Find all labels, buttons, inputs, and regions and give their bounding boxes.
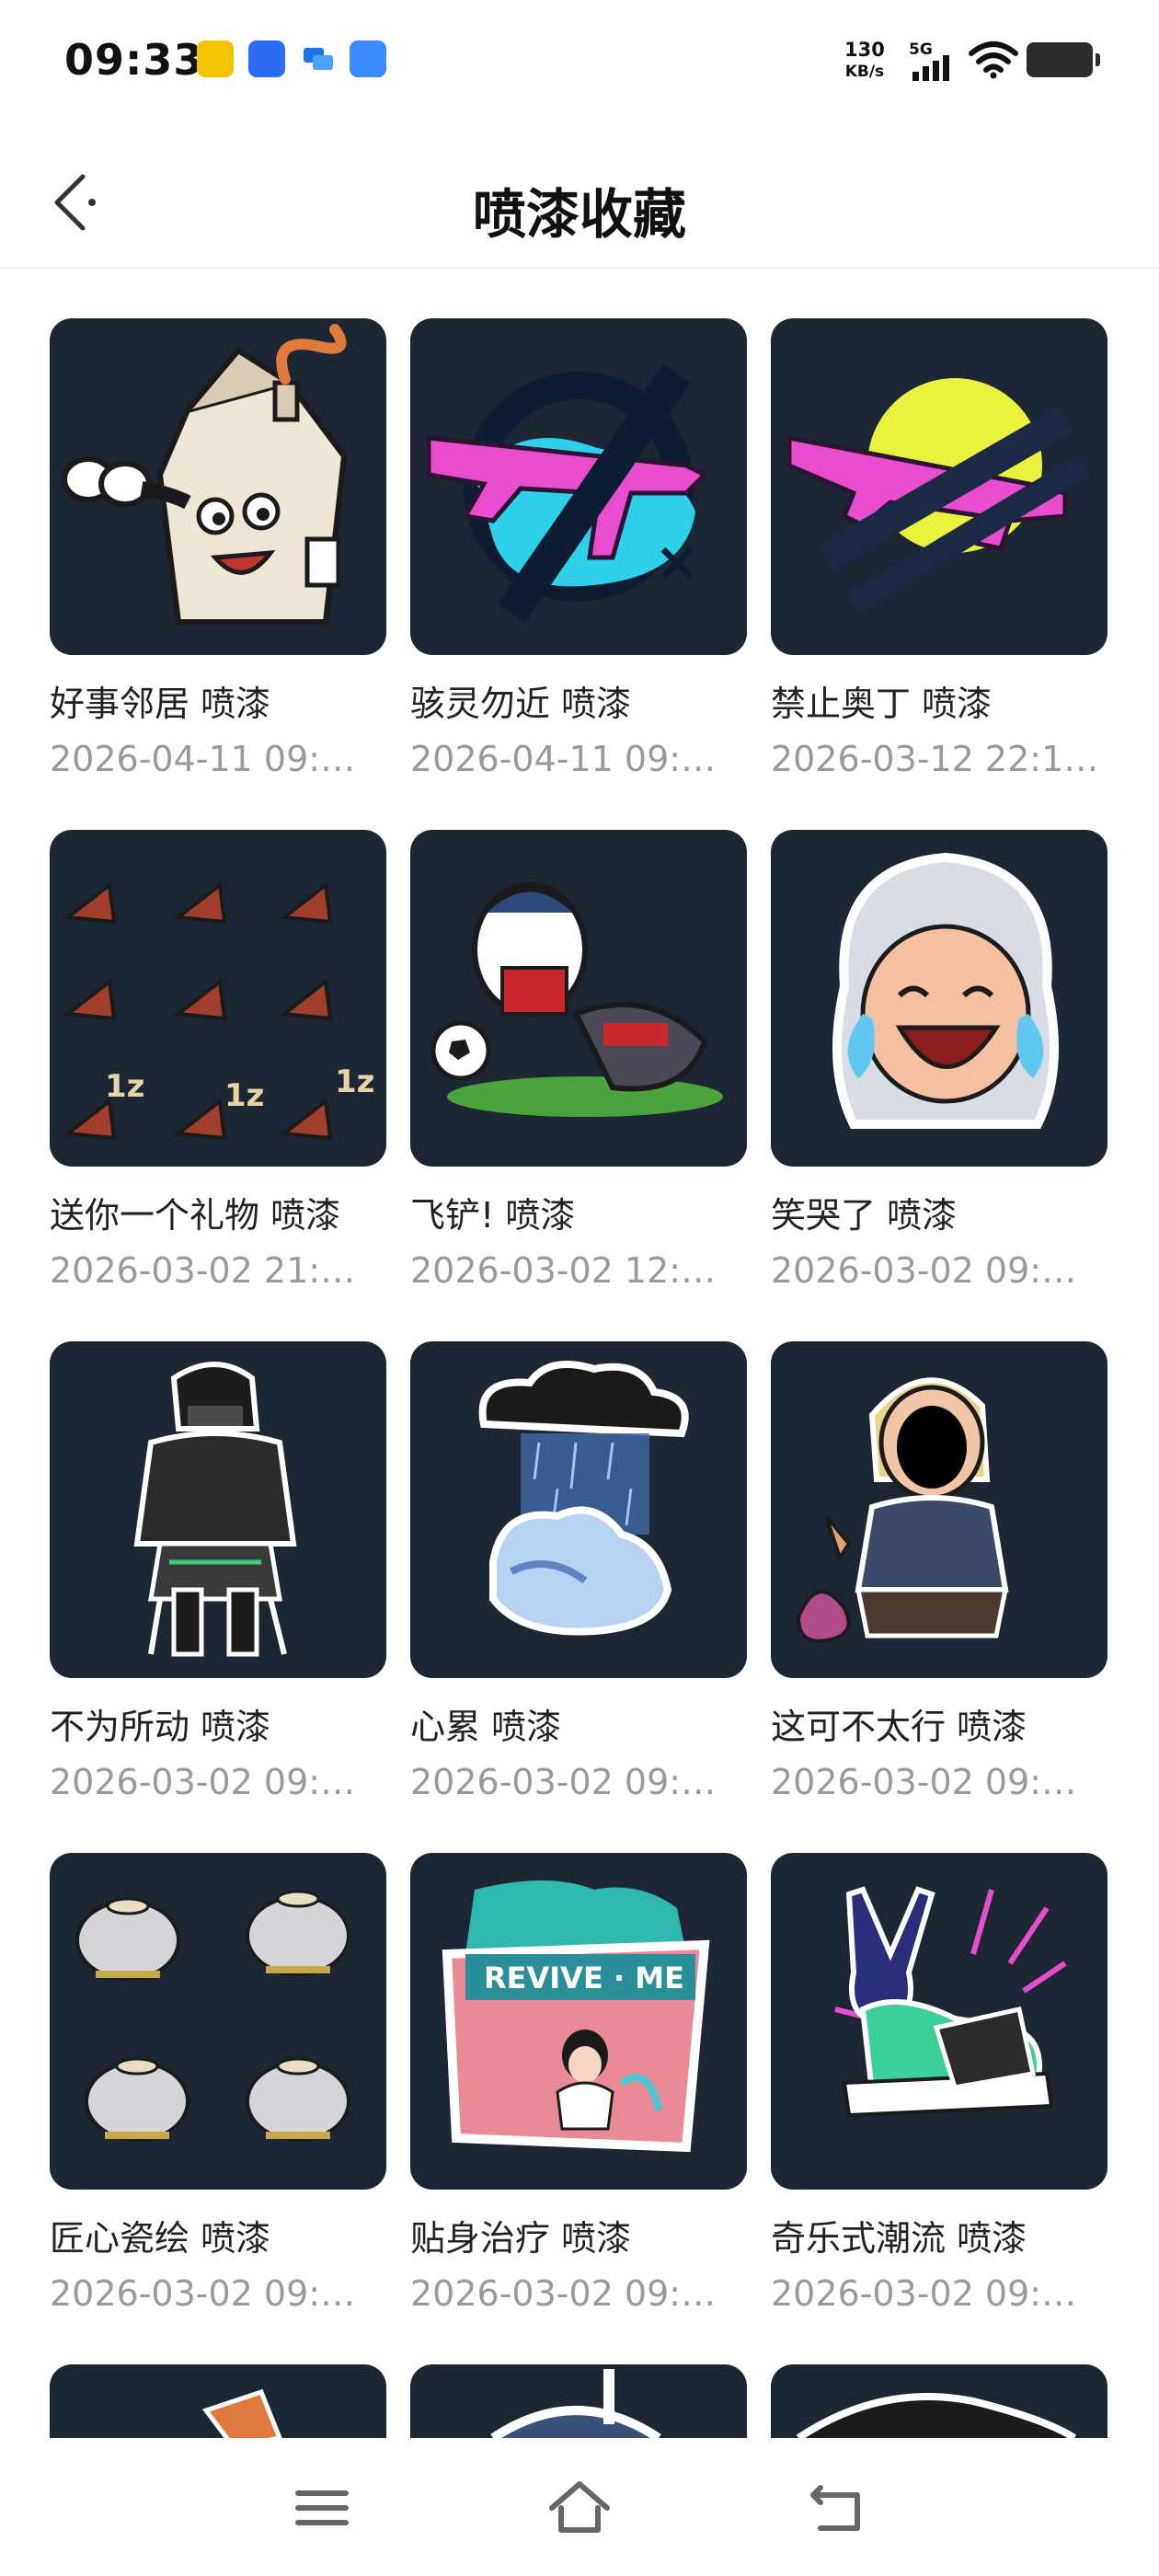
back-icon	[810, 2485, 860, 2531]
spray-name: 这可不太行 喷漆	[771, 1707, 1027, 1747]
spray-grid: 好事邻居 喷漆 2026-04-11 09:… × 骇灵勿近 喷漆 2026-0…	[0, 0, 1159, 2438]
spray-name: 奇乐式潮流 喷漆	[771, 2218, 1027, 2259]
spray-date: 2026-03-02 09:…	[50, 1762, 356, 1802]
spray-card[interactable]: 飞铲! 喷漆 2026-03-02 12:…	[410, 830, 747, 1291]
svg-text:×: ×	[654, 530, 700, 594]
spray-date: 2026-03-02 09:…	[410, 1762, 717, 1802]
peace-sneakers-spray	[771, 1853, 1107, 2190]
menu-icon	[295, 2490, 349, 2525]
spray-date: 2026-03-02 09:…	[771, 2273, 1077, 2314]
spray-name: 贴身治疗 喷漆	[410, 2218, 632, 2259]
spray-card[interactable]: 好事邻居 喷漆 2026-04-11 09:…	[50, 318, 386, 779]
spray-card[interactable]: 匠心瓷绘 喷漆 2026-03-02 09:…	[50, 1853, 386, 2314]
screaming-agent-spray	[771, 1341, 1107, 1678]
spray-card[interactable]	[410, 2364, 747, 2438]
laughing-crying-spray	[771, 830, 1107, 1167]
spray-date: 2026-03-02 09:…	[771, 1762, 1077, 1802]
spray-card[interactable]: 奇乐式潮流 喷漆 2026-03-02 09:…	[771, 1853, 1107, 2314]
spray-name: 骇灵勿近 喷漆	[410, 684, 632, 724]
spray-name: 送你一个礼物 喷漆	[50, 1195, 341, 1236]
spray-name: 匠心瓷绘 喷漆	[50, 2218, 271, 2259]
spray-card[interactable]	[771, 2364, 1107, 2438]
house-binoculars-spray	[50, 318, 386, 655]
partial-spray-2	[410, 2364, 747, 2438]
gift-label: 1z	[224, 1077, 264, 1114]
revive-me-text: REVIVE · ME	[484, 1961, 684, 1995]
spray-card[interactable]: REVIVE · ME 贴身治疗 喷漆 2026-03-02 09:…	[410, 1853, 747, 2314]
home-icon	[549, 2481, 610, 2533]
spray-date: 2026-03-12 22:1…	[771, 739, 1099, 779]
home-button[interactable]	[543, 2471, 616, 2545]
spray-name: 禁止奥丁 喷漆	[771, 684, 993, 724]
spray-date: 2026-04-11 09:…	[50, 739, 356, 779]
rain-cloud-spray	[410, 1341, 747, 1678]
spray-card[interactable]: 这可不太行 喷漆 2026-03-02 09:…	[771, 1341, 1107, 1802]
spray-card[interactable]: 笑哭了 喷漆 2026-03-02 09:…	[771, 830, 1107, 1291]
gift-cones-spray: 1z 1z 1z	[50, 830, 386, 1167]
penguin-tackle-spray	[410, 830, 747, 1167]
spray-date: 2026-03-02 12:…	[410, 1250, 717, 1291]
spray-date: 2026-03-02 09:…	[50, 2273, 356, 2314]
spray-date: 2026-04-11 09:…	[410, 739, 717, 779]
gift-label: 1z	[335, 1064, 374, 1100]
spray-date: 2026-03-02 21:…	[50, 1250, 356, 1291]
gift-label: 1z	[105, 1068, 144, 1105]
revive-me-spray: REVIVE · ME	[410, 1853, 747, 2190]
teapots-spray	[50, 1853, 386, 2190]
partial-spray-1	[50, 2364, 386, 2438]
spray-date: 2026-03-02 09:…	[410, 2273, 717, 2314]
back-nav-button[interactable]	[800, 2471, 874, 2545]
crossed-rifle-spray: ×	[410, 318, 747, 655]
spray-name: 飞铲! 喷漆	[410, 1195, 576, 1236]
spray-card[interactable]: 心累 喷漆 2026-03-02 09:…	[410, 1341, 747, 1802]
spray-name: 心累 喷漆	[410, 1707, 562, 1747]
crossed-machine-gun-spray	[771, 318, 1107, 655]
partial-spray-3	[771, 2364, 1107, 2438]
seated-agent-spray	[50, 1341, 386, 1678]
spray-card[interactable]: 1z 1z 1z 送你一个礼物 喷漆 2026-03-02 21:…	[50, 830, 386, 1291]
spray-card[interactable]: 不为所动 喷漆 2026-03-02 09:…	[50, 1341, 386, 1802]
spray-name: 好事邻居 喷漆	[50, 684, 271, 724]
spray-date: 2026-03-02 09:…	[771, 1250, 1077, 1291]
spray-name: 笑哭了 喷漆	[771, 1195, 958, 1236]
spray-card[interactable]	[50, 2364, 386, 2438]
menu-button[interactable]	[285, 2471, 359, 2545]
system-navigation-bar	[0, 2438, 1159, 2576]
spray-card[interactable]: × 骇灵勿近 喷漆 2026-04-11 09:…	[410, 318, 747, 779]
spray-name: 不为所动 喷漆	[50, 1707, 271, 1747]
spray-card[interactable]: 禁止奥丁 喷漆 2026-03-12 22:1…	[771, 318, 1107, 779]
